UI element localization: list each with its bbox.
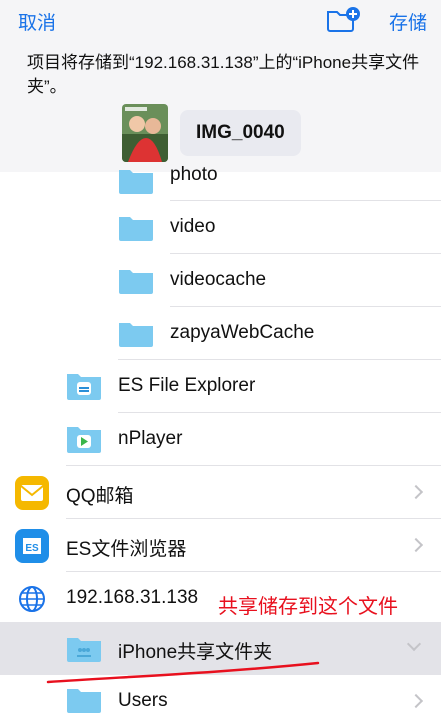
folder-row-es-file-explorer[interactable]: ES File Explorer	[0, 360, 441, 413]
folder-label: zapyaWebCache	[170, 322, 315, 343]
annotation-text: 共享储存到这个文件	[218, 596, 398, 618]
folder-label: video	[170, 216, 216, 237]
folder-icon	[119, 217, 153, 241]
annotation-underline	[46, 661, 320, 684]
chevron-right-icon	[408, 693, 424, 709]
folder-row-videocache[interactable]: videocache	[0, 254, 441, 307]
globe-icon	[19, 586, 45, 612]
folder-label: photo	[170, 164, 218, 185]
es-browser-app-icon: ES	[15, 529, 49, 563]
folder-icon	[119, 270, 153, 294]
qq-mail-app-icon	[15, 476, 49, 510]
new-folder-icon[interactable]	[326, 6, 360, 32]
folder-row-zapyawebcache[interactable]: zapyaWebCache	[0, 307, 441, 360]
cancel-button[interactable]: 取消	[18, 8, 56, 35]
file-name: IMG_0040	[180, 110, 301, 156]
header: 取消 存储 项目将存储到“192.168.31.138”上的“iPhone共享文…	[0, 0, 441, 172]
save-button[interactable]: 存储	[389, 8, 427, 35]
folder-label: nPlayer	[118, 428, 183, 449]
folder-label: videocache	[170, 269, 267, 290]
folder-row-video[interactable]: video	[0, 201, 441, 254]
folder-row-nplayer[interactable]: nPlayer	[0, 413, 441, 466]
es-folder-icon	[67, 374, 101, 400]
save-destination-message: 项目将存储到“192.168.31.138”上的“iPhone共享文件夹”。	[27, 53, 420, 96]
location-label: 192.168.31.138	[66, 587, 199, 608]
location-label: ES文件浏览器	[66, 539, 187, 560]
chevron-right-icon	[408, 537, 424, 553]
location-row-es-browser[interactable]: ES ES文件浏览器	[0, 519, 441, 572]
location-label: QQ邮箱	[66, 486, 134, 507]
svg-text:ES: ES	[25, 543, 39, 554]
folder-label: ES File Explorer	[118, 375, 256, 396]
location-row-qqmail[interactable]: QQ邮箱	[0, 466, 441, 519]
folder-icon	[119, 170, 153, 194]
chevron-down-icon	[406, 636, 422, 652]
folder-list: photo video videocache zapyaWebCache ES …	[0, 164, 441, 720]
nplayer-folder-icon	[67, 427, 101, 453]
chevron-right-icon	[408, 484, 424, 500]
folder-icon	[119, 323, 153, 347]
file-chip: IMG_0040	[122, 104, 301, 162]
folder-label: Users	[118, 690, 168, 711]
